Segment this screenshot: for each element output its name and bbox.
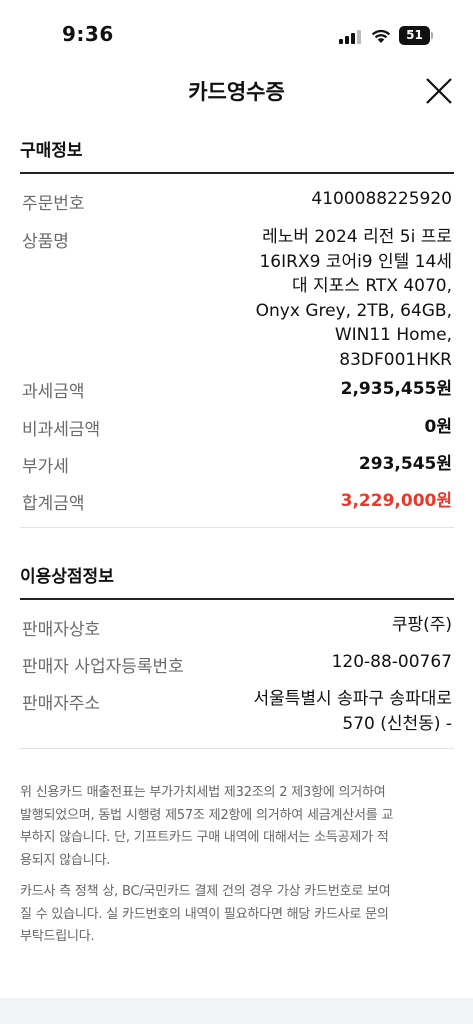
wifi-icon	[371, 29, 391, 43]
order-number-label: 주문번호	[22, 194, 85, 214]
page-title: 카드영수증	[188, 80, 285, 104]
order-number-value: 4100088225920	[311, 189, 452, 209]
address-line: 서울특별시 송파구 송파대로	[253, 689, 453, 709]
product-line: 16IRX9 코어i9 인텔 14세	[259, 251, 452, 272]
vat-label: 부가세	[22, 457, 69, 477]
merchant-info-title: 이용상점정보	[20, 567, 114, 587]
product-name-label: 상품명	[22, 232, 69, 252]
seller-address-label: 판매자주소	[22, 694, 101, 714]
seller-address-value: 서울특별시 송파구 송파대로 570 (신천동) -	[212, 687, 453, 736]
product-line: WIN11 Home,	[334, 325, 452, 345]
notice-line: 발행되었으며, 동법 시행령 제57조 제2항에 의거하여 세금계산서를 교	[20, 807, 394, 823]
product-line: Onyx Grey, 2TB, 64GB,	[255, 300, 452, 321]
taxable-amount-value: 2,935,455원	[340, 379, 452, 399]
product-line: 83DF001HKR	[339, 349, 452, 370]
notice-line: 카드사 측 정책 상, BC/국민카드 결제 건의 경우 가상 카드번호로 보여	[20, 884, 391, 899]
product-name-value: 레노버 2024 리전 5i 프로 16IRX9 코어i9 인텔 14세 대 지…	[232, 225, 452, 372]
close-icon[interactable]	[422, 74, 456, 108]
divider	[20, 527, 454, 528]
card-number-notice-text: 카드사 측 정책 상, BC/국민카드 결제 건의 경우 가상 카드번호로 보여…	[20, 881, 454, 949]
notice-line: 부탁드립니다.	[20, 929, 95, 944]
status-bar: 9:36 51	[0, 0, 473, 68]
header: 카드영수증	[0, 68, 473, 118]
cellular-signal-icon	[339, 30, 361, 44]
section-divider	[20, 172, 454, 174]
seller-name-value: 쿠팡(주)	[391, 615, 452, 635]
battery-level: 51	[399, 26, 430, 45]
total-amount-value: 3,229,000원	[340, 491, 452, 511]
total-amount-label: 합계금액	[22, 494, 85, 514]
taxable-amount-label: 과세금액	[22, 382, 85, 402]
battery-icon: 51	[399, 26, 433, 45]
divider	[20, 748, 454, 749]
notice-line: 위 신용카드 매출전표는 부가가치세법 제32조의 2 제3항에 의거하여	[20, 785, 386, 800]
business-reg-number-value: 120-88-00767	[331, 652, 452, 672]
tax-notice-text: 위 신용카드 매출전표는 부가가치세법 제32조의 2 제3항에 의거하여 발행…	[20, 782, 454, 872]
business-reg-number-label: 판매자 사업자등록번호	[22, 657, 184, 677]
section-divider	[20, 598, 454, 600]
product-line: 대 지포스 RTX 4070,	[291, 276, 452, 296]
non-taxable-amount-label: 비과세금액	[22, 420, 101, 440]
seller-name-label: 판매자상호	[22, 620, 101, 640]
notice-line: 부하지 않습니다. 단, 기프트카드 구매 내역에 대해서는 소득공제가 적	[20, 830, 389, 845]
status-time: 9:36	[62, 22, 114, 46]
purchase-info-title: 구매정보	[20, 141, 83, 161]
notice-line: 용되지 않습니다.	[20, 852, 111, 868]
non-taxable-amount-value: 0원	[424, 417, 452, 437]
bottom-bar	[0, 998, 473, 1024]
notice-line: 질 수 있습니다. 실 카드번호의 내역이 필요하다면 해당 카드사로 문의	[20, 906, 389, 922]
product-line: 레노버 2024 리전 5i 프로	[262, 227, 452, 247]
address-line: 570 (신천동) -	[342, 713, 452, 734]
vat-value: 293,545원	[358, 454, 452, 474]
